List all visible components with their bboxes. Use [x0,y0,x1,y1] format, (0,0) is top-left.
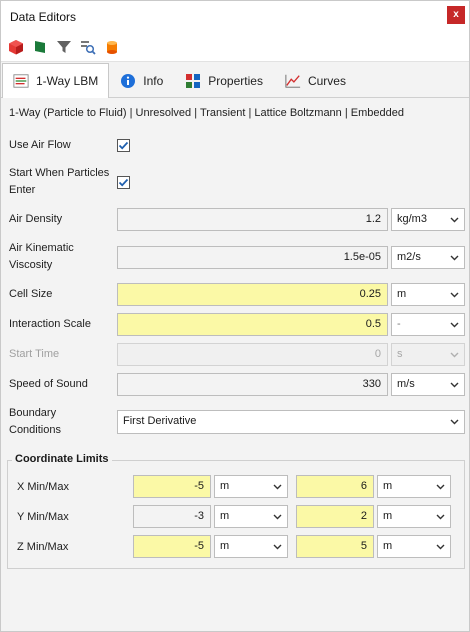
interaction-scale-unit-select[interactable]: - [391,313,465,336]
label-line: Viscosity [9,259,53,271]
x-min-unit-select[interactable]: m [214,475,288,498]
label-line: Enter [9,184,36,196]
select-value: m [220,510,230,522]
cell-size-unit-select[interactable]: m [391,283,465,306]
cell-size-field[interactable]: 0.25 [117,283,388,306]
z-min-unit-select[interactable]: m [214,535,288,558]
select-value: m [397,288,407,300]
speed-of-sound-field[interactable]: 330 [117,373,388,396]
chevron-down-icon [273,484,282,490]
select-value: m [383,480,393,492]
start-when-particles-enter-checkbox[interactable] [117,176,130,189]
tab-properties[interactable]: Properties [174,64,274,97]
boundary-conditions-label: Boundary Conditions [9,405,61,439]
air-kinematic-viscosity-label: Air Kinematic Viscosity [9,240,74,274]
z-min-field[interactable]: -5 [133,535,211,558]
select-value: s [397,348,403,360]
chevron-down-icon [450,292,459,298]
coordinate-limits-title: Coordinate Limits [12,453,112,465]
orange-cylinder-icon[interactable] [103,38,121,56]
boundary-conditions-select[interactable]: First Derivative [117,410,465,434]
search-icon[interactable] [79,38,97,56]
chevron-down-icon [273,514,282,520]
data-editors-window: Data Editors x 1-Way LBM Info Properties… [0,0,470,632]
label-line: Boundary [9,407,57,419]
tab-label: Info [143,74,164,88]
cell-size-label: Cell Size [9,288,53,300]
x-max-field[interactable]: 6 [296,475,374,498]
start-when-particles-enter-label: Start When Particles Enter [9,165,109,199]
select-value: m2/s [397,251,421,263]
x-max-unit-select[interactable]: m [377,475,451,498]
x-min-max-label: X Min/Max [17,481,69,493]
chevron-down-icon [436,484,445,490]
y-max-field[interactable]: 2 [296,505,374,528]
use-air-flow-label: Use Air Flow [9,139,71,151]
start-time-label: Start Time [9,348,60,360]
close-icon: x [453,9,459,20]
y-min-field[interactable]: -3 [133,505,211,528]
green-flag-icon[interactable] [31,38,49,56]
select-value: - [397,318,401,330]
air-density-field[interactable]: 1.2 [117,208,388,231]
start-time-field: 0 [117,343,388,366]
properties-icon [185,73,201,89]
filter-icon[interactable] [55,38,73,56]
interaction-scale-label: Interaction Scale [9,318,91,330]
select-value: m [220,540,230,552]
select-value: kg/m3 [397,213,427,225]
speed-of-sound-unit-select[interactable]: m/s [391,373,465,396]
air-density-label: Air Density [9,213,63,225]
label-line: Air Kinematic [9,242,74,254]
chevron-down-icon [273,544,282,550]
air-kinematic-viscosity-field[interactable]: 1.5e-05 [117,246,388,269]
close-button[interactable]: x [447,5,465,24]
tab-1-way-lbm[interactable]: 1-Way LBM [2,63,110,98]
chevron-down-icon [450,255,459,261]
interaction-scale-field[interactable]: 0.5 [117,313,388,336]
tab-label: Curves [307,74,346,88]
tab-curves[interactable]: Curves [274,64,357,97]
label-line: Start When Particles [9,167,110,179]
y-min-unit-select[interactable]: m [214,505,288,528]
z-max-unit-select[interactable]: m [377,535,451,558]
info-icon [120,73,136,89]
chevron-down-icon [450,352,459,358]
tab-label: 1-Way LBM [36,74,99,88]
curves-icon [285,73,301,89]
z-max-field[interactable]: 5 [296,535,374,558]
tab-bar: 1-Way LBM Info Properties Curves [1,62,469,98]
label-line: Conditions [9,424,61,436]
tab-info[interactable]: Info [109,64,174,97]
chevron-down-icon [450,382,459,388]
chevron-down-icon [436,514,445,520]
use-air-flow-checkbox[interactable] [117,139,130,152]
red-cube-icon[interactable] [7,38,25,56]
model-summary: 1-Way (Particle to Fluid) | Unresolved |… [9,107,404,119]
speed-of-sound-label: Speed of Sound [9,378,88,390]
select-value: First Derivative [123,415,197,427]
x-min-field[interactable]: -5 [133,475,211,498]
air-density-unit-select[interactable]: kg/m3 [391,208,465,231]
chevron-down-icon [450,419,459,425]
select-value: m [383,510,393,522]
tab-label: Properties [208,74,263,88]
chevron-down-icon [450,217,459,223]
y-max-unit-select[interactable]: m [377,505,451,528]
chevron-down-icon [450,322,459,328]
air-kinematic-viscosity-unit-select[interactable]: m2/s [391,246,465,269]
toolbar [1,32,469,62]
z-min-max-label: Z Min/Max [17,541,69,553]
select-value: m [383,540,393,552]
select-value: m [220,480,230,492]
start-time-unit-select: s [391,343,465,366]
select-value: m/s [397,378,415,390]
title-bar: Data Editors x [1,1,469,32]
y-min-max-label: Y Min/Max [17,511,69,523]
lbm-icon [13,73,29,89]
window-title: Data Editors [10,9,77,24]
chevron-down-icon [436,544,445,550]
